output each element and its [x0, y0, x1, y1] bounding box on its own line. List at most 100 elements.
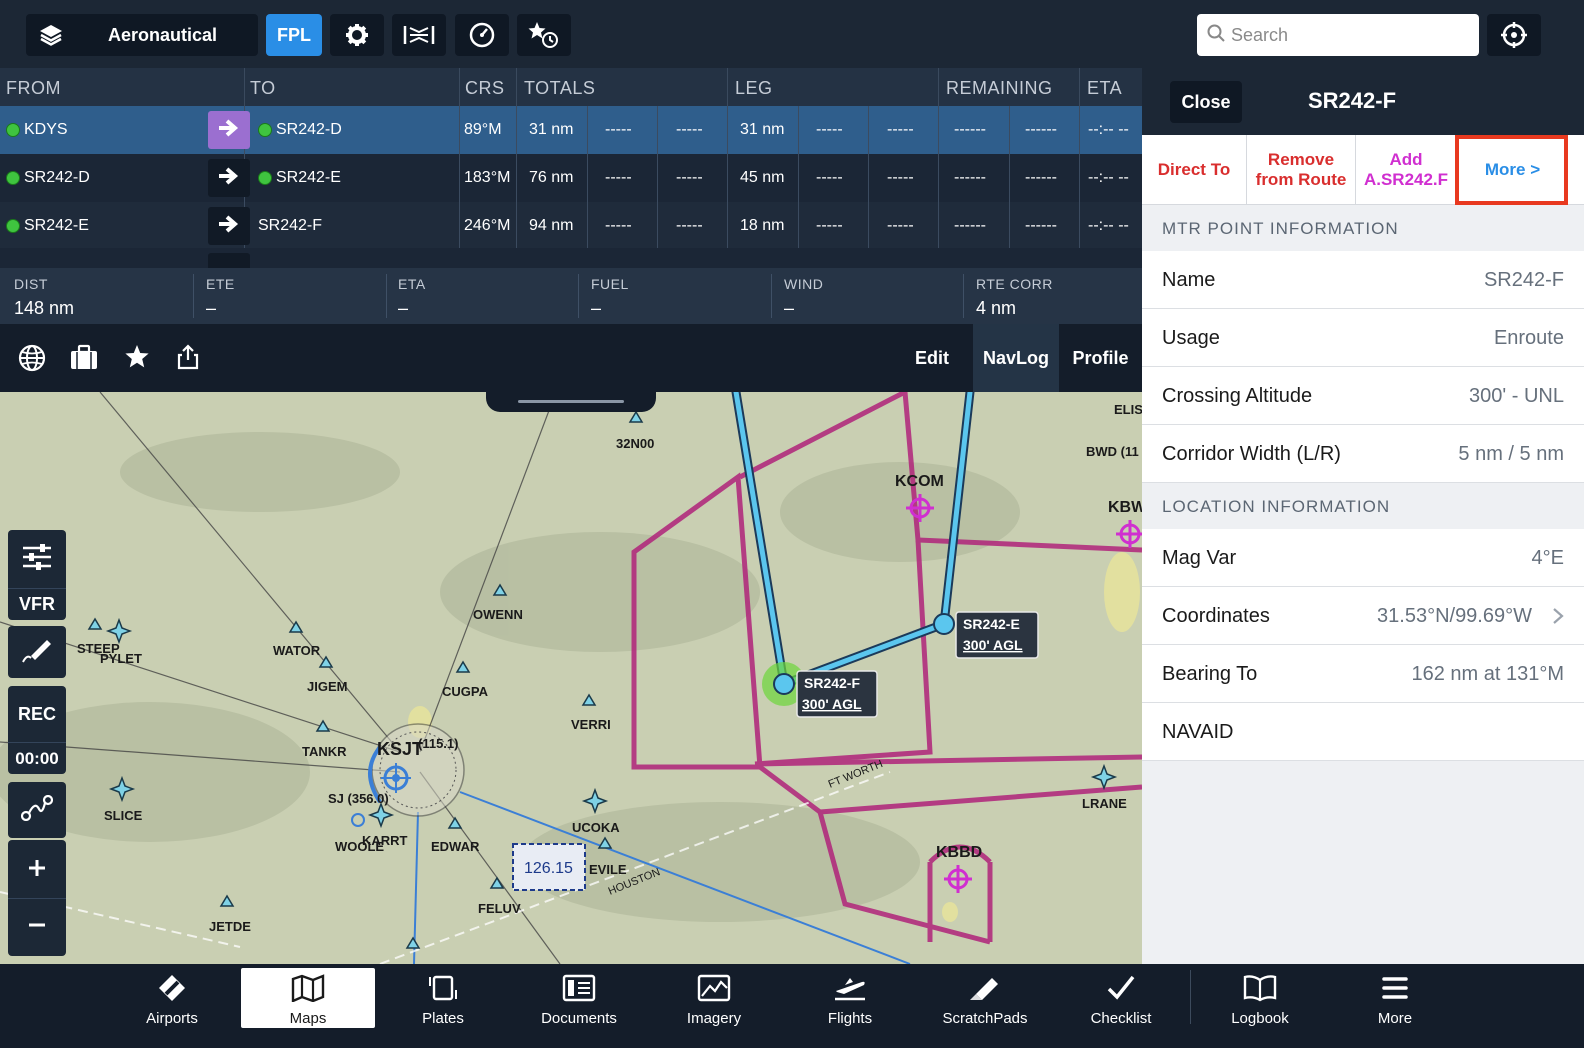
- profile-tab[interactable]: Profile: [1059, 324, 1142, 392]
- panel-title: SR242-F: [1308, 88, 1397, 113]
- navlog-tab[interactable]: NavLog: [973, 324, 1059, 392]
- navlog-row[interactable]: SR242-D SR242-E 183°M 76 nm ----- ----- 45 nm -…: [0, 154, 1142, 202]
- center-location-button[interactable]: [1487, 14, 1541, 56]
- tab-airports[interactable]: Airports: [105, 968, 239, 1028]
- globe-icon[interactable]: [18, 344, 46, 377]
- leg-arrow-button[interactable]: [208, 159, 250, 197]
- record-timer: 00:00: [8, 742, 66, 774]
- search-input[interactable]: [1231, 24, 1461, 46]
- section-location-info: LOCATION INFORMATION: [1142, 483, 1584, 529]
- header-leg: LEG: [735, 78, 773, 98]
- status-dot: [6, 123, 20, 137]
- cell-crs: 183°M: [464, 169, 511, 186]
- info-row-bearing-to: Bearing To 162 nm at 131°M: [1142, 645, 1584, 703]
- cell-totals-2: -----: [605, 169, 632, 186]
- tab-flights[interactable]: Flights: [783, 968, 917, 1028]
- remove-label-line2: from Route: [1255, 170, 1347, 189]
- map-label-ksjt-freq: (115.1): [418, 736, 458, 751]
- cell-totals-3: -----: [676, 169, 703, 186]
- map-label-elis: ELIS: [1114, 402, 1142, 417]
- header-crs: CRS: [465, 78, 505, 98]
- total-eta: ETA –: [398, 276, 426, 318]
- cell-crs: 246°M: [464, 217, 511, 234]
- briefcase-icon[interactable]: [70, 344, 98, 375]
- header-to: TO: [250, 78, 276, 98]
- navlog-row-partial[interactable]: [0, 248, 1142, 268]
- info-row-corridor-width: Corridor Width (L/R) 5 nm / 5 nm: [1142, 425, 1584, 483]
- settings-button[interactable]: [330, 14, 384, 56]
- cell-totals-2: -----: [605, 217, 632, 234]
- tab-scratchpads[interactable]: ScratchPads: [918, 968, 1052, 1028]
- remove-from-route-button[interactable]: Remove from Route: [1247, 135, 1355, 205]
- search-field[interactable]: [1197, 14, 1479, 56]
- star-icon[interactable]: [124, 344, 150, 375]
- cell-leg: 18 nm: [740, 217, 785, 234]
- gear-icon: [345, 23, 369, 47]
- flights-icon: [833, 968, 867, 1010]
- fpl-button[interactable]: FPL: [266, 14, 322, 56]
- section-mtr-point-info: MTR POINT INFORMATION: [1142, 205, 1584, 251]
- documents-icon: [562, 968, 596, 1010]
- map-settings-button[interactable]: [8, 530, 66, 588]
- info-row-mag-var: Mag Var 4°E: [1142, 529, 1584, 587]
- navlog-header: FROM TO CRS TOTALS LEG REMAINING ETA: [0, 68, 1142, 106]
- zoom-out-button[interactable]: [8, 898, 66, 956]
- cell-totals: 76 nm: [529, 169, 574, 186]
- sr242e-altitude: 300' AGL: [963, 637, 1023, 653]
- cell-totals: 31 nm: [529, 121, 574, 138]
- navlog-drag-handle[interactable]: [486, 392, 656, 412]
- map-label-feluv: FELUV: [478, 901, 521, 916]
- info-row-coordinates[interactable]: Coordinates 31.53°N/99.69°W: [1142, 587, 1584, 645]
- navlog-row[interactable]: SR242-E SR242-F 246°M 94 nm ----- ----- 18 nm -…: [0, 202, 1142, 250]
- tab-imagery[interactable]: Imagery: [647, 968, 781, 1028]
- layers-button[interactable]: Aeronautical: [26, 14, 258, 56]
- recents-button[interactable]: [517, 14, 571, 56]
- map-icon: [291, 968, 325, 1010]
- instruments-button[interactable]: [455, 14, 509, 56]
- edit-tab[interactable]: Edit: [904, 324, 960, 392]
- route-tool-button[interactable]: [8, 782, 66, 838]
- menu-icon: [1381, 968, 1409, 1010]
- map-label-pylet: PYLET: [100, 651, 142, 666]
- navlog-panel: FROM TO CRS TOTALS LEG REMAINING ETA KDY…: [0, 68, 1142, 392]
- leg-arrow-button[interactable]: [208, 207, 250, 245]
- cell-totals-3: -----: [676, 217, 703, 234]
- map-canvas: 32N00 ELIS BWD (11 KBW KCOM OWENN STEEP …: [0, 392, 1142, 964]
- tab-plates[interactable]: Plates: [376, 968, 510, 1028]
- map-view[interactable]: 32N00 ELIS BWD (11 KBW KCOM OWENN STEEP …: [0, 392, 1142, 964]
- close-button[interactable]: Close: [1170, 81, 1242, 123]
- remove-label-line1: Remove: [1267, 150, 1335, 169]
- add-to-route-button[interactable]: Add A.SR242.F: [1356, 135, 1456, 205]
- draw-button[interactable]: [8, 626, 66, 678]
- add-label-line1: Add: [1389, 150, 1423, 169]
- route-path-icon: [20, 794, 54, 826]
- zoom-in-button[interactable]: [8, 840, 66, 898]
- tab-documents[interactable]: Documents: [512, 968, 646, 1028]
- leg-arrow-button[interactable]: [208, 111, 250, 149]
- map-label-edwar: EDWAR: [431, 839, 480, 854]
- add-label-line2: A.SR242.F: [1363, 170, 1449, 189]
- map-label-kbw: KBW: [1108, 499, 1142, 516]
- cell-leg: 45 nm: [740, 169, 785, 186]
- procedures-button[interactable]: [392, 14, 446, 56]
- tab-logbook[interactable]: Logbook: [1193, 968, 1327, 1028]
- imagery-icon: [697, 968, 731, 1010]
- map-label-kcom: KCOM: [895, 473, 944, 490]
- tab-maps[interactable]: Maps: [241, 968, 375, 1028]
- cell-eta: --:-- --: [1088, 121, 1129, 138]
- tab-more[interactable]: More: [1328, 968, 1462, 1028]
- record-button[interactable]: REC: [8, 686, 66, 742]
- share-icon[interactable]: [176, 344, 200, 375]
- cell-remaining-2: ------: [1025, 121, 1057, 138]
- cell-remaining: ------: [954, 121, 986, 138]
- vfr-chart-button[interactable]: VFR: [8, 588, 66, 620]
- total-fuel: FUEL –: [591, 276, 629, 318]
- direct-to-button[interactable]: Direct To: [1142, 135, 1246, 205]
- cell-to: SR242-E: [258, 154, 341, 202]
- navlog-row[interactable]: KDYS SR242-D 89°M 31 nm ----- ----- 31 nm -----…: [0, 106, 1142, 154]
- pencil-icon: [21, 636, 53, 669]
- map-label-kbbd: KBBD: [936, 844, 982, 861]
- scratchpad-pencil-icon: [968, 968, 1002, 1010]
- plus-icon: [27, 853, 47, 885]
- tab-checklist[interactable]: Checklist: [1054, 968, 1188, 1028]
